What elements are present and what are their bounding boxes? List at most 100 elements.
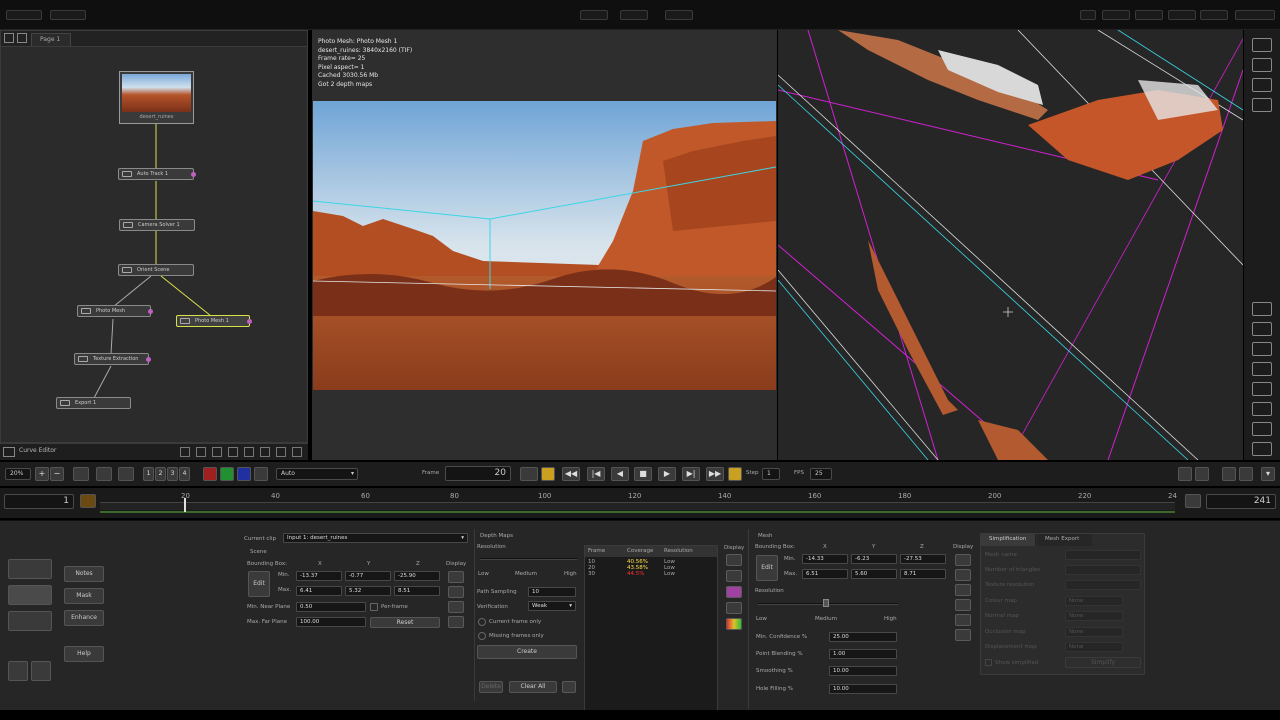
- end-frame-field[interactable]: 241: [1206, 494, 1276, 509]
- verification-select[interactable]: Weak ▾: [528, 601, 576, 611]
- playhead[interactable]: [184, 498, 186, 512]
- display-plane-icon[interactable]: [448, 601, 464, 613]
- view-icon[interactable]: [1252, 302, 1272, 316]
- view-icon[interactable]: [1252, 322, 1272, 336]
- timeline-track[interactable]: [100, 502, 1175, 510]
- node-graph-panel[interactable]: Page 1 desert_ruines Auto Track 1 Camera…: [0, 30, 308, 443]
- rewind-icon[interactable]: ◀◀: [562, 467, 580, 481]
- smoothing-field[interactable]: 10.00: [829, 666, 897, 676]
- alpha-channel-button[interactable]: [254, 467, 268, 481]
- display-mesh-icon[interactable]: [955, 554, 971, 566]
- undo-button[interactable]: [8, 661, 28, 681]
- view-2-button[interactable]: 2: [155, 467, 166, 481]
- grid-icon[interactable]: [1252, 422, 1272, 436]
- current-frame-radio[interactable]: [478, 618, 486, 626]
- set-end-button[interactable]: [728, 467, 742, 481]
- info-icon[interactable]: [1195, 467, 1209, 481]
- view-icon[interactable]: [1252, 382, 1272, 396]
- step-field[interactable]: 1: [762, 468, 780, 480]
- tool-button[interactable]: [8, 559, 52, 579]
- view-3-button[interactable]: 3: [167, 467, 178, 481]
- current-clip-select[interactable]: Input 1: desert_ruines ▾: [283, 533, 468, 543]
- sphere-icon[interactable]: [726, 602, 742, 614]
- mesh-min-z[interactable]: -27.53: [900, 554, 946, 564]
- zoom-in-icon[interactable]: +: [35, 467, 49, 481]
- fit-icon[interactable]: [73, 467, 89, 481]
- mesh-min-y[interactable]: -6.23: [851, 554, 897, 564]
- layout-icon[interactable]: [1252, 38, 1272, 52]
- range-icon[interactable]: [1185, 494, 1201, 508]
- tab-simplification[interactable]: Simplification: [981, 534, 1036, 546]
- top-menu-button[interactable]: [6, 10, 42, 20]
- heatmap-icon[interactable]: [726, 618, 742, 630]
- top-menu-button[interactable]: [1102, 10, 1130, 20]
- step-back-icon[interactable]: ◀: [611, 467, 629, 481]
- start-frame-field[interactable]: 1: [4, 494, 74, 509]
- view-icon[interactable]: [118, 467, 134, 481]
- shading-icon[interactable]: [955, 629, 971, 641]
- shading-icon[interactable]: [955, 599, 971, 611]
- tool-icon[interactable]: [228, 447, 238, 457]
- bbox-min-x[interactable]: -13.37: [296, 571, 342, 581]
- bbox-max-z[interactable]: 8.51: [394, 586, 440, 596]
- view-4-button[interactable]: 4: [179, 467, 190, 481]
- mesh-max-z[interactable]: 8.71: [900, 569, 946, 579]
- bbox-max-x[interactable]: 6.41: [296, 586, 342, 596]
- stop-icon[interactable]: ■: [634, 467, 652, 481]
- display-image-icon[interactable]: [726, 570, 742, 582]
- layout-icon[interactable]: [1252, 58, 1272, 72]
- create-button[interactable]: Create: [477, 645, 577, 659]
- missing-frames-radio[interactable]: [478, 632, 486, 640]
- tool-icon[interactable]: [180, 447, 190, 457]
- per-frame-checkbox[interactable]: [370, 603, 378, 611]
- mode-select[interactable]: Auto ▾: [276, 468, 358, 480]
- tool-icon[interactable]: [212, 447, 222, 457]
- view-icon[interactable]: [1252, 362, 1272, 376]
- red-channel-button[interactable]: [203, 467, 217, 481]
- tool-icon[interactable]: [260, 447, 270, 457]
- reset-button[interactable]: Reset: [370, 617, 440, 628]
- window-icon[interactable]: [1178, 467, 1192, 481]
- curve-editor-icon[interactable]: [3, 447, 15, 457]
- layers-icon[interactable]: [1239, 467, 1253, 481]
- node-texture-extraction[interactable]: Texture Extraction: [74, 353, 151, 365]
- tool-icon[interactable]: [196, 447, 206, 457]
- node-export[interactable]: Export 1: [56, 397, 131, 409]
- tab-mesh-export[interactable]: Mesh Export: [1037, 534, 1092, 546]
- view-1-button[interactable]: 1: [143, 467, 154, 481]
- bbox-max-y[interactable]: 5.32: [345, 586, 391, 596]
- play-icon[interactable]: ▶: [658, 467, 676, 481]
- node-photo-mesh-1[interactable]: Photo Mesh 1: [176, 315, 252, 327]
- far-plane-field[interactable]: 100.00: [296, 617, 366, 627]
- mesh-max-y[interactable]: 5.60: [851, 569, 897, 579]
- fps-field[interactable]: 25: [810, 468, 832, 480]
- depth-resolution-slider[interactable]: [480, 558, 577, 560]
- near-plane-field[interactable]: 0.50: [296, 602, 366, 612]
- blending-field[interactable]: 1.00: [829, 649, 897, 659]
- bbox-min-z[interactable]: -25.90: [394, 571, 440, 581]
- node-pin[interactable]: [146, 357, 151, 362]
- delete-button[interactable]: Delete: [479, 681, 503, 693]
- curve-editor-label[interactable]: Curve Editor: [19, 447, 56, 454]
- zoom-out-icon[interactable]: −: [50, 467, 64, 481]
- frame-field[interactable]: 20: [445, 466, 511, 481]
- mesh-max-x[interactable]: 6.51: [802, 569, 848, 579]
- node-camera-solver[interactable]: Camera Solver 1: [119, 219, 195, 231]
- top-menu-button[interactable]: [1168, 10, 1196, 20]
- clear-all-button[interactable]: Clear All: [509, 681, 557, 693]
- node-auto-track[interactable]: Auto Track 1: [118, 168, 196, 180]
- layout-icon[interactable]: [1252, 98, 1272, 112]
- tool-button[interactable]: [8, 585, 52, 605]
- zoom-field[interactable]: 20%: [5, 468, 31, 480]
- trash-icon[interactable]: [562, 681, 576, 693]
- mesh-edit-button[interactable]: Edit: [756, 555, 778, 581]
- view-icon[interactable]: [1252, 342, 1272, 356]
- depth-table[interactable]: Frame Coverage Resolution 10 40.56% Low …: [584, 545, 718, 711]
- display-points-icon[interactable]: [955, 569, 971, 581]
- node-pin[interactable]: [148, 309, 153, 314]
- image-viewer[interactable]: Photo Mesh: Photo Mesh 1 desert_ruines: …: [312, 30, 777, 460]
- settings-icon[interactable]: [1222, 467, 1236, 481]
- confidence-field[interactable]: 25.00: [829, 632, 897, 642]
- camera-icon[interactable]: [448, 616, 464, 628]
- top-menu-button[interactable]: [50, 10, 86, 20]
